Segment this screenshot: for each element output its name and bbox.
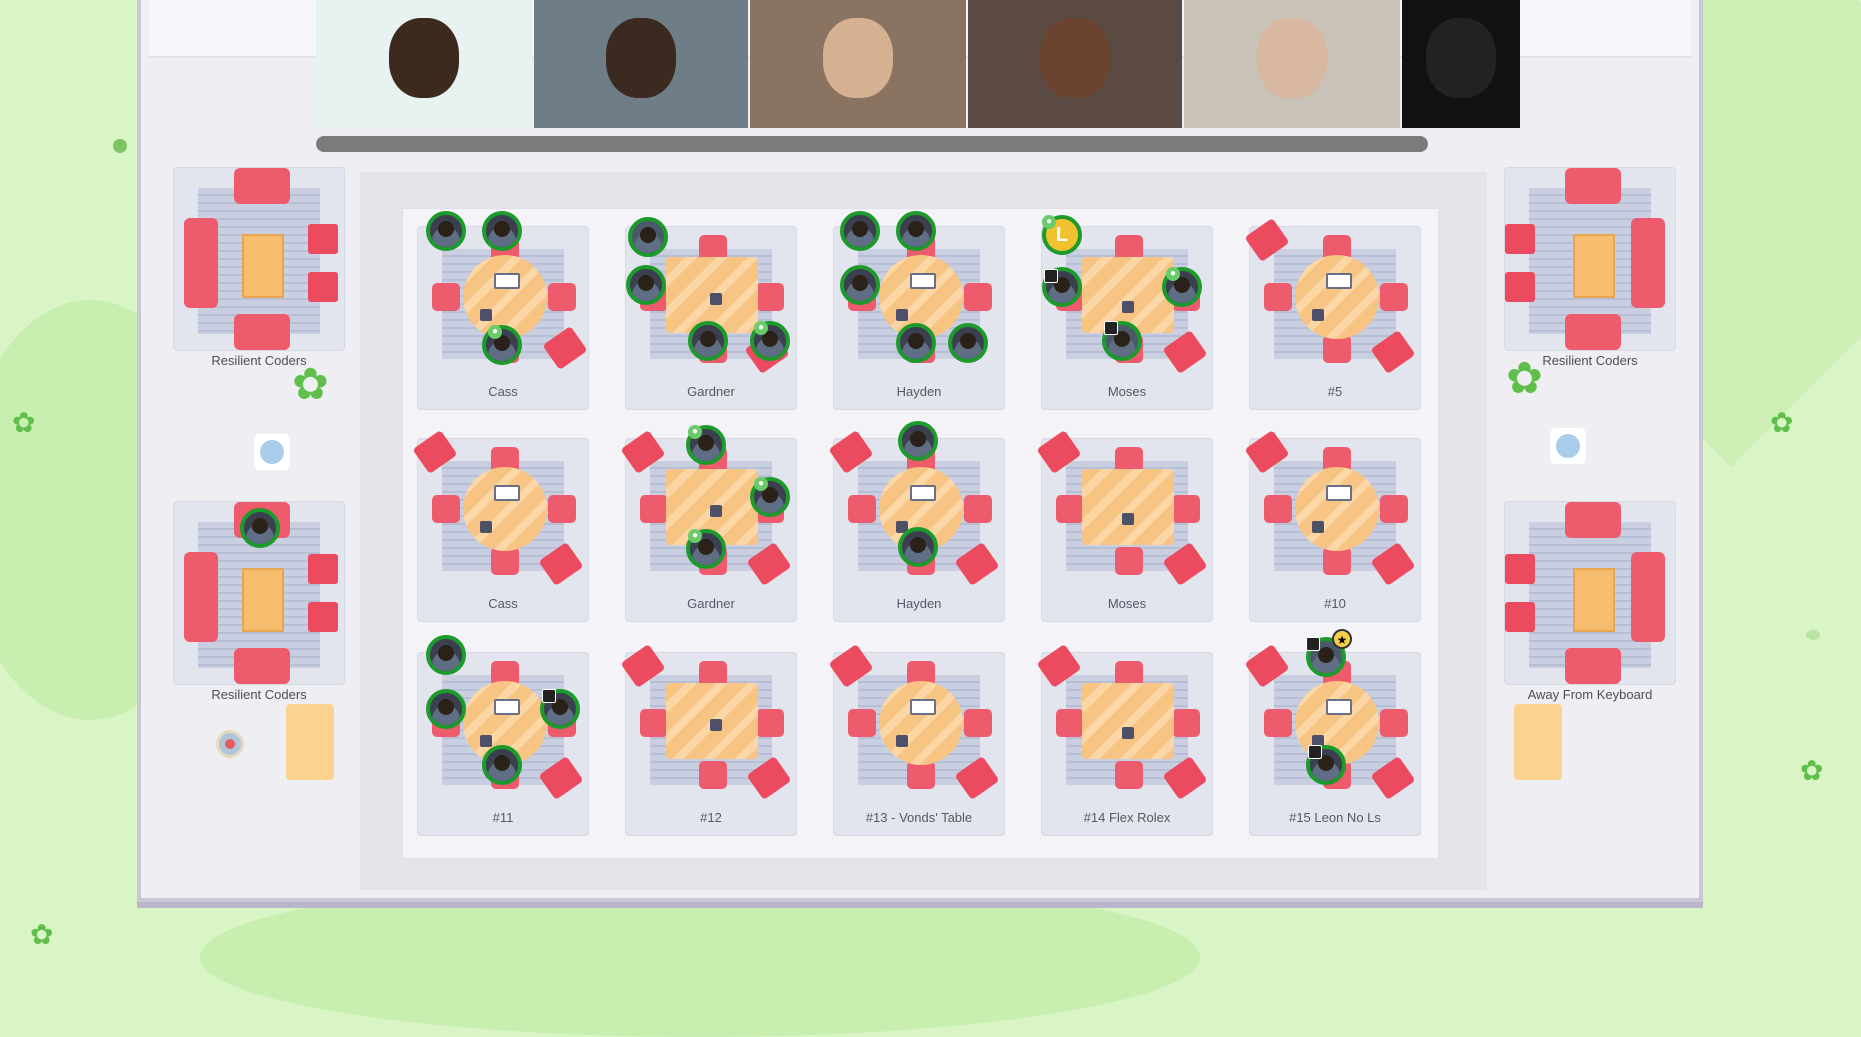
leaf-icon: ✿	[1800, 755, 1824, 786]
user-avatar[interactable]	[426, 635, 466, 675]
table-label: #13 - Vonds' Table	[865, 810, 973, 825]
mic-icon: ●	[688, 529, 702, 543]
user-avatar[interactable]	[426, 211, 466, 251]
camera-icon	[1104, 321, 1118, 335]
table-pod[interactable]: #12	[620, 643, 797, 836]
table-pod[interactable]: Hayden	[828, 421, 1005, 622]
star-icon: ★	[1332, 629, 1352, 649]
table-pod[interactable]: ★ #15 Leon No Ls	[1244, 629, 1421, 836]
table-pod[interactable]: #13 - Vonds' Table	[828, 643, 1005, 836]
table-label: Hayden	[896, 384, 942, 399]
video-tile[interactable]	[534, 0, 748, 128]
user-avatar[interactable]	[948, 323, 988, 363]
side-pod[interactable]: Resilient Coders	[173, 501, 345, 702]
mic-icon: ●	[688, 425, 702, 439]
table-label: #11	[492, 810, 514, 825]
table-pod[interactable]: ● ● ● Gardner	[620, 425, 797, 622]
plant-pot	[216, 730, 244, 758]
leaf-icon: ✿	[12, 407, 36, 438]
table-pod[interactable]: Cass	[412, 429, 589, 622]
leaf-icon: ✿	[30, 919, 54, 950]
user-avatar[interactable]	[840, 211, 880, 251]
table-label: #12	[700, 810, 722, 825]
leaf-icon: ✿	[292, 360, 329, 409]
leaf-icon: ✿	[1770, 407, 1794, 438]
pod-label: Away From Keyboard	[1527, 687, 1653, 702]
table-label: #14 Flex Rolex	[1083, 810, 1171, 825]
pod-label: Resilient Coders	[211, 687, 307, 702]
table-pod[interactable]: #10	[1244, 429, 1421, 622]
camera-icon	[542, 689, 556, 703]
side-pod[interactable]: Resilient Coders	[1504, 167, 1676, 368]
camera-icon	[1306, 637, 1320, 651]
mic-icon: ●	[1166, 267, 1180, 281]
user-avatar[interactable]	[482, 745, 522, 785]
user-avatar[interactable]	[898, 421, 938, 461]
table-label: Moses	[1107, 596, 1147, 611]
user-avatar[interactable]	[896, 211, 936, 251]
mic-icon: ●	[754, 321, 768, 335]
user-avatar[interactable]	[898, 527, 938, 567]
table-pod[interactable]: #14 Flex Rolex	[1036, 643, 1213, 836]
side-pod[interactable]: Resilient Coders	[173, 167, 345, 368]
table-label: #15 Leon No Ls	[1289, 810, 1381, 825]
table-pod[interactable]: ● Cass	[417, 211, 589, 410]
table-pod[interactable]: Moses	[1036, 429, 1213, 622]
table-pod[interactable]: L ● ● Moses	[1041, 215, 1213, 410]
user-avatar[interactable]	[240, 508, 280, 548]
user-avatar[interactable]	[840, 265, 880, 305]
game-board[interactable]	[286, 704, 334, 780]
table-pod[interactable]: ● Gardner	[625, 217, 797, 410]
table-label: Cass	[488, 596, 518, 611]
video-tile[interactable]	[1402, 0, 1520, 128]
table-pod[interactable]: #11	[417, 635, 589, 836]
user-avatar[interactable]	[626, 265, 666, 305]
video-strip-scrollbar[interactable]	[316, 136, 1428, 152]
decor-dot	[1806, 630, 1820, 640]
decor-dot	[113, 139, 127, 153]
video-tile[interactable]	[750, 0, 966, 128]
user-avatar[interactable]	[896, 323, 936, 363]
side-pod[interactable]: Away From Keyboard	[1504, 501, 1676, 702]
table-pod[interactable]: Hayden	[833, 211, 1005, 410]
leaf-icon: ✿	[1506, 354, 1543, 403]
user-avatar[interactable]	[426, 689, 466, 729]
video-tile[interactable]	[1184, 0, 1400, 128]
table-label: Gardner	[687, 384, 735, 399]
video-strip[interactable]	[316, 0, 1522, 128]
table-label: Cass	[488, 384, 518, 399]
camera-icon	[1308, 745, 1322, 759]
mic-icon: ●	[488, 325, 502, 339]
table-label: Gardner	[687, 596, 735, 611]
camera-icon	[1044, 269, 1058, 283]
water-cooler[interactable]	[254, 434, 290, 470]
video-tile[interactable]	[968, 0, 1182, 128]
table-label: #5	[1327, 384, 1343, 399]
user-avatar[interactable]	[628, 217, 668, 257]
table-label: #10	[1324, 596, 1346, 611]
user-avatar[interactable]	[688, 321, 728, 361]
mic-icon: ●	[1042, 215, 1056, 229]
table-label: Hayden	[896, 596, 942, 611]
mic-icon: ●	[754, 477, 768, 491]
table-label: Moses	[1107, 384, 1147, 399]
table-pod[interactable]: #5	[1244, 217, 1421, 410]
video-tile[interactable]	[316, 0, 532, 128]
user-avatar[interactable]	[482, 211, 522, 251]
water-cooler[interactable]	[1550, 428, 1586, 464]
game-board[interactable]	[1514, 704, 1562, 780]
